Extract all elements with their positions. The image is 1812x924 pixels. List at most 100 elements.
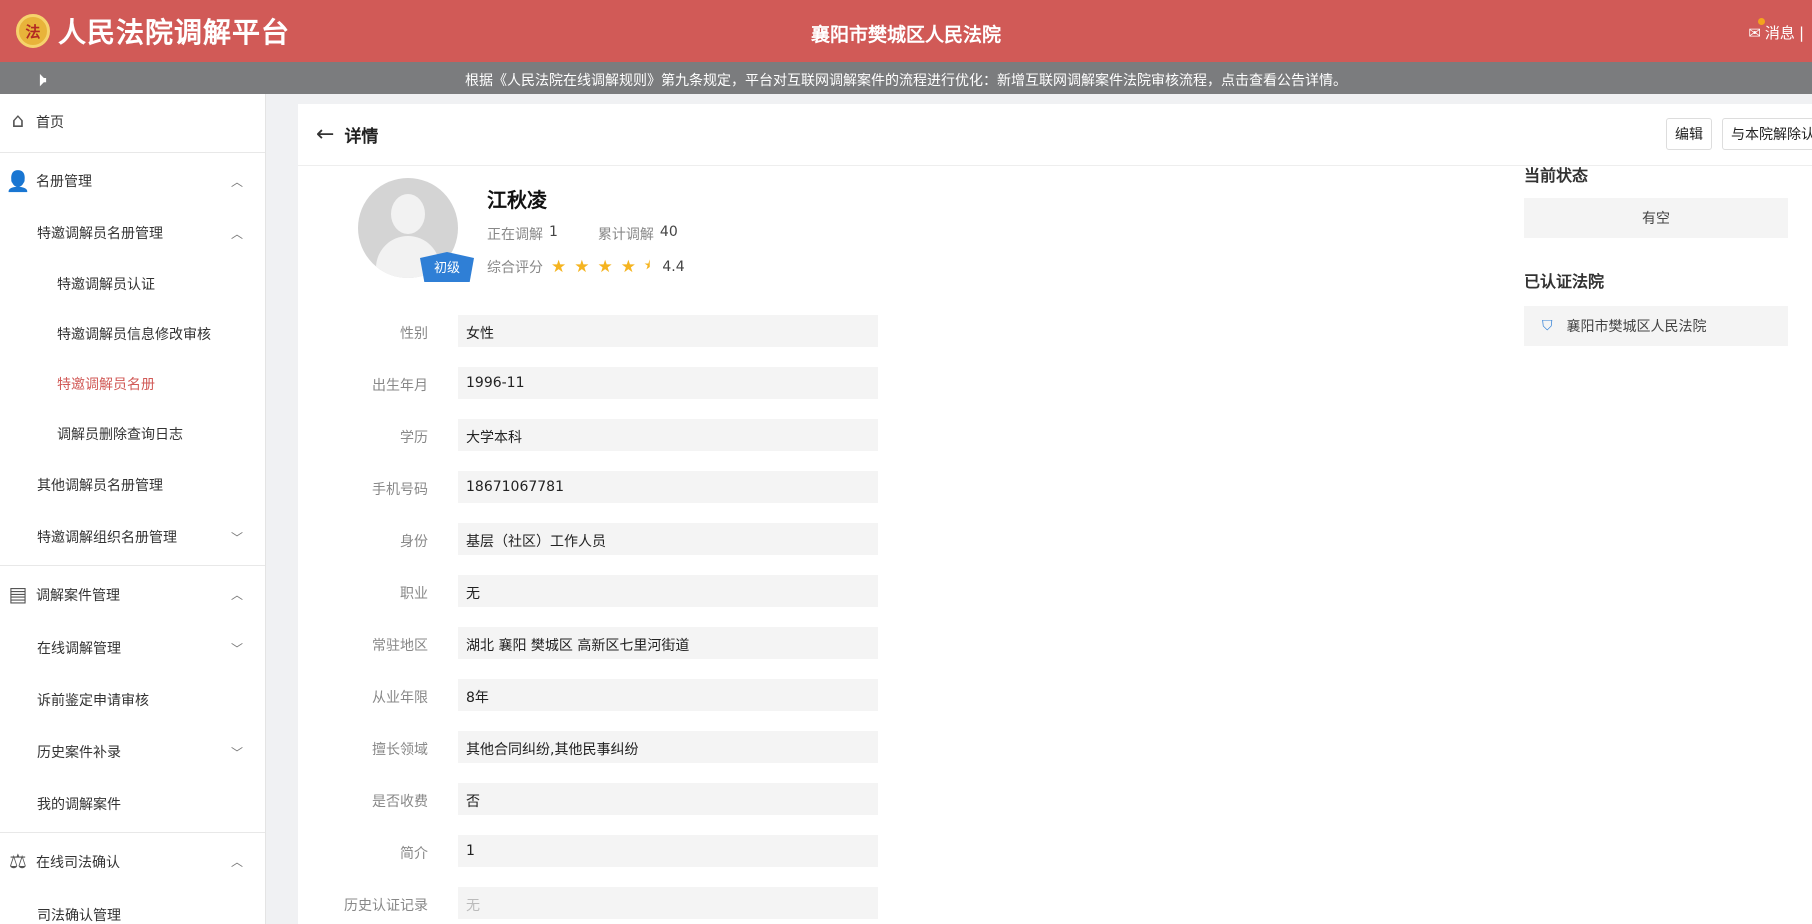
sidebar-item-other-roster[interactable]: 其他调解员名册管理 [0, 459, 265, 511]
field-value: 其他合同纠纷,其他民事纠纷 [458, 731, 878, 763]
avatar-head-icon [391, 194, 425, 234]
sidebar-item-invited-roster[interactable]: 特邀调解员名册管理 ︿ [0, 207, 265, 259]
field-row: 性别 女性 [298, 315, 878, 347]
status-section: 当前状态 有空 [1524, 162, 1788, 238]
sidebar-item-org-roster[interactable]: 特邀调解组织名册管理 ﹀ [0, 511, 265, 563]
field-label: 学历 [400, 430, 428, 446]
shield-icon: ⛉ [1542, 318, 1553, 334]
sidebar-item-label: 首页 [36, 115, 64, 131]
sidebar-item-home[interactable]: ⌂ 首页 [0, 94, 265, 150]
level-badge-label: 初级 [433, 261, 460, 276]
total-label: 累计调解 [597, 227, 654, 243]
chevron-up-icon: ︿ [230, 227, 243, 241]
top-bar: 法 人民法院调解平台 襄阳市樊城区人民法院 ✉ 消息 | [0, 0, 1812, 62]
field-value: 女性 [458, 315, 878, 347]
contact-card-icon: 👤 [5, 169, 31, 193]
logo[interactable]: 法 人民法院调解平台 [16, 11, 290, 51]
field-value: 大学本科 [458, 419, 878, 451]
field-label: 手机号码 [372, 482, 428, 498]
sidebar-item-judicial-confirm[interactable]: ⚖ 在线司法确认 ︿ [0, 835, 265, 889]
sidebar-item-invited-cert[interactable]: 特邀调解员认证 [0, 259, 265, 309]
ongoing-value: 1 [549, 224, 558, 240]
messages-label: 消息 [1764, 24, 1795, 42]
sidebar: ⌂ 首页 👤 名册管理 ︿ 特邀调解员名册管理 ︿ 特邀调解员认证 特邀调解员信… [0, 94, 266, 924]
field-value: 基层（社区）工作人员 [458, 523, 878, 555]
field-value: 1 [458, 835, 878, 867]
page-title: 详情 [344, 127, 379, 147]
messages-button[interactable]: ✉ 消息 | [1748, 18, 1804, 43]
field-row: 历史认证记录 无 [298, 887, 878, 919]
sidebar-item-label: 司法确认管理 [37, 908, 121, 924]
field-value: 湖北 襄阳 樊城区 高新区七里河街道 [458, 627, 878, 659]
field-label: 历史认证记录 [344, 898, 428, 914]
sidebar-item-label: 名册管理 [36, 174, 92, 190]
sidebar-item-online-mediation[interactable]: 在线调解管理 ﹀ [0, 622, 265, 674]
home-icon: ⌂ [11, 108, 25, 132]
sidebar-item-label: 特邀调解员认证 [57, 277, 155, 293]
ongoing-label: 正在调解 [487, 227, 543, 243]
court-item[interactable]: ⛉ 襄阳市樊城区人民法院 [1524, 306, 1788, 346]
field-value: 否 [458, 783, 878, 815]
field-row: 学历 大学本科 [298, 419, 878, 451]
field-value: 1996-11 [458, 367, 878, 399]
scales-icon: ⚖ [9, 849, 27, 873]
chevron-up-icon: ︿ [230, 855, 243, 869]
edit-button[interactable]: 编辑 [1666, 118, 1712, 150]
divider [0, 565, 265, 566]
level-badge: 初级 [420, 248, 474, 284]
divider [0, 152, 265, 153]
sidebar-item-label: 在线司法确认 [36, 855, 120, 871]
sidebar-item-label: 特邀调解员名册 [57, 377, 155, 393]
status-title: 当前状态 [1524, 166, 1589, 185]
sidebar-item-label: 特邀调解员名册管理 [37, 226, 163, 242]
detail-header: ← 详情 编辑 与本院解除认 [298, 104, 1812, 166]
field-row: 出生年月 1996-11 [298, 367, 878, 399]
chevron-down-icon: ﹀ [230, 642, 243, 656]
field-label: 常驻地区 [372, 638, 428, 654]
field-row: 从业年限 8年 [298, 679, 878, 711]
star-icon: ★ [620, 256, 636, 277]
field-label: 简介 [400, 846, 428, 862]
detail-panel: ← 详情 编辑 与本院解除认 初级 江秋凌 正在调解 1 累计调解 40 综合评… [298, 104, 1812, 924]
sidebar-item-label: 调解案件管理 [36, 588, 120, 604]
field-row: 常驻地区 湖北 襄阳 樊城区 高新区七里河街道 [298, 627, 878, 659]
mail-icon: ✉ [1748, 23, 1761, 42]
field-value: 无 [458, 575, 878, 607]
sidebar-item-invited-list[interactable]: 特邀调解员名册 [0, 359, 265, 409]
sidebar-item-history-cases[interactable]: 历史案件补录 ﹀ [0, 726, 265, 778]
court-item-label: 襄阳市樊城区人民法院 [1566, 319, 1707, 335]
sidebar-item-my-cases[interactable]: 我的调解案件 [0, 778, 265, 830]
notice-text[interactable]: 根据《人民法院在线调解规则》第九条规定，平台对互联网调解案件的流程进行优化：新增… [0, 70, 1812, 90]
sidebar-item-label: 在线调解管理 [37, 641, 121, 657]
rating-value: 4.4 [662, 258, 685, 275]
field-row: 身份 基层（社区）工作人员 [298, 523, 878, 555]
field-label: 出生年月 [372, 378, 428, 394]
sidebar-item-label: 其他调解员名册管理 [37, 478, 163, 494]
field-label: 是否收费 [372, 794, 428, 810]
star-icon: ★ [551, 256, 567, 277]
notice-bar[interactable]: 🕨 根据《人民法院在线调解规则》第九条规定，平台对互联网调解案件的流程进行优化：… [0, 62, 1812, 94]
courts-title: 已认证法院 [1524, 272, 1605, 291]
sidebar-item-judicial-mgmt[interactable]: 司法确认管理 [0, 889, 265, 924]
sidebar-item-invited-edit-review[interactable]: 特邀调解员信息修改审核 [0, 309, 265, 359]
sidebar-item-label: 特邀调解组织名册管理 [37, 530, 177, 546]
sidebar-item-delete-log[interactable]: 调解员删除查询日志 [0, 409, 265, 459]
document-icon: ▤ [8, 582, 28, 606]
sidebar-item-roster[interactable]: 👤 名册管理 ︿ [0, 155, 265, 207]
field-value: 18671067781 [458, 471, 878, 503]
sidebar-item-case-mgmt[interactable]: ▤ 调解案件管理 ︿ [0, 568, 265, 622]
field-row: 手机号码 18671067781 [298, 471, 878, 503]
field-label: 身份 [400, 534, 428, 550]
mediator-name: 江秋凌 [487, 188, 547, 212]
field-label: 性别 [400, 326, 428, 342]
sidebar-item-label: 调解员删除查询日志 [57, 427, 183, 443]
unbind-court-button[interactable]: 与本院解除认 [1722, 118, 1812, 150]
field-row: 擅长领域 其他合同纠纷,其他民事纠纷 [298, 731, 878, 763]
total-value: 40 [659, 224, 678, 240]
back-arrow-icon[interactable]: ← [316, 122, 334, 147]
sidebar-item-label: 诉前鉴定申请审核 [37, 693, 149, 709]
field-row: 简介 1 [298, 835, 878, 867]
chevron-down-icon: ﹀ [230, 746, 243, 760]
sidebar-item-pre-suit[interactable]: 诉前鉴定申请审核 [0, 674, 265, 726]
star-icon: ★ [574, 256, 590, 277]
